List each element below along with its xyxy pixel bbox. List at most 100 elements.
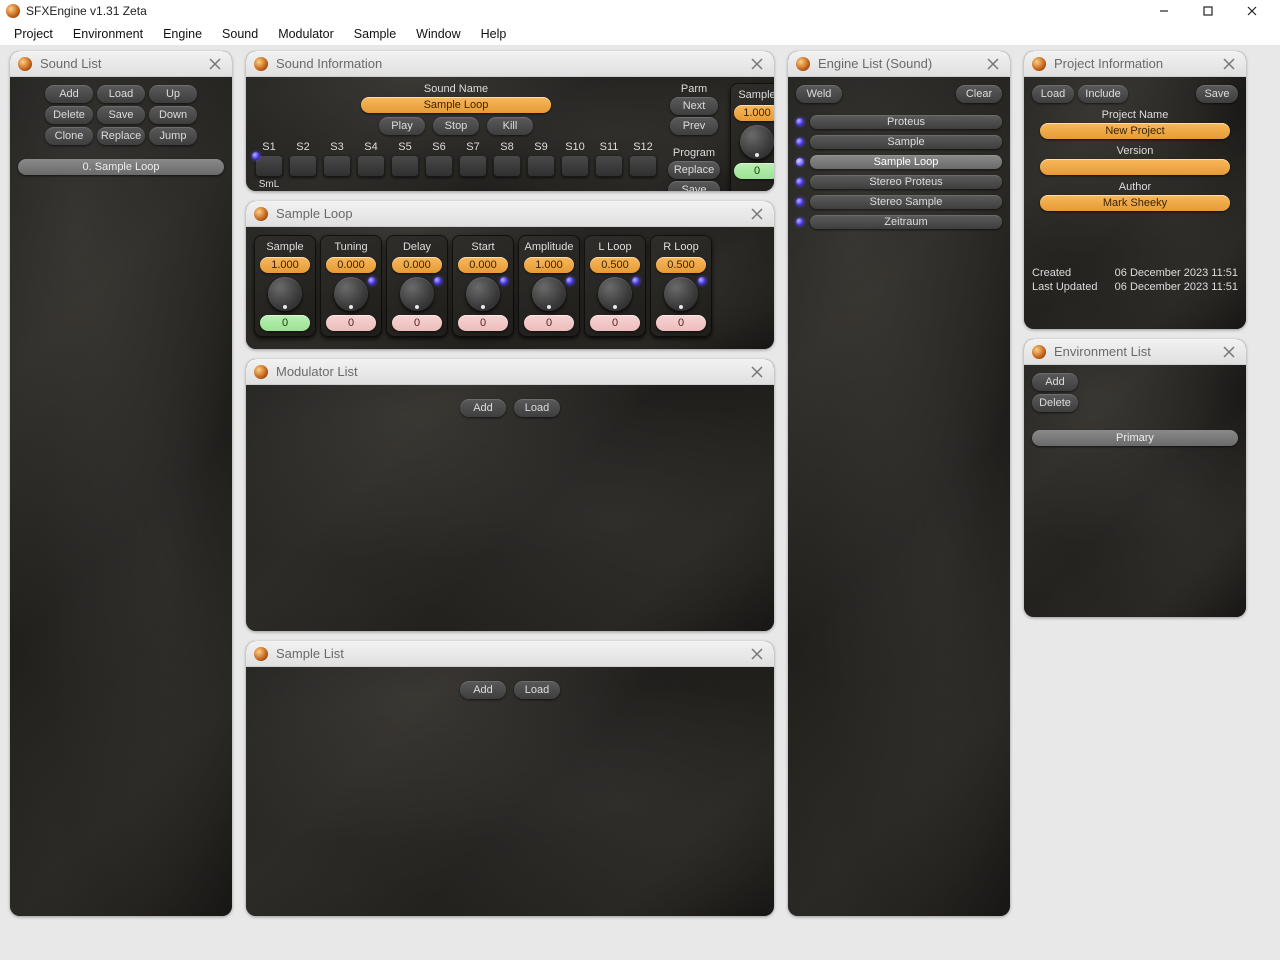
- slot-s2[interactable]: [289, 155, 317, 177]
- knob-int[interactable]: 0: [260, 315, 310, 331]
- slot-s6[interactable]: [425, 155, 453, 177]
- save-button[interactable]: Save: [97, 106, 145, 124]
- author-field[interactable]: Mark Sheeky: [1040, 195, 1230, 211]
- menu-help[interactable]: Help: [471, 24, 517, 44]
- window-close-button[interactable]: [1230, 0, 1274, 22]
- project-name-field[interactable]: New Project: [1040, 123, 1230, 139]
- knob-int[interactable]: 0: [590, 315, 640, 331]
- engine-list-item[interactable]: Proteus: [796, 113, 1002, 131]
- window-minimize-button[interactable]: [1142, 0, 1186, 22]
- engine-list-item[interactable]: Sample: [796, 133, 1002, 151]
- panel-title: Sample Loop: [276, 206, 353, 221]
- menu-environment[interactable]: Environment: [63, 24, 153, 44]
- knob[interactable]: [466, 277, 500, 311]
- knob-value[interactable]: 0.000: [326, 257, 376, 273]
- jump-button[interactable]: Jump: [149, 127, 197, 145]
- menu-project[interactable]: Project: [4, 24, 63, 44]
- delete-button[interactable]: Delete: [45, 106, 93, 124]
- clear-button[interactable]: Clear: [956, 85, 1002, 103]
- knob-value[interactable]: 0.000: [392, 257, 442, 273]
- panel-title: Modulator List: [276, 364, 358, 379]
- menu-sample[interactable]: Sample: [344, 24, 406, 44]
- replace-button[interactable]: Replace: [97, 127, 145, 145]
- prev-button[interactable]: Prev: [670, 117, 718, 135]
- knob-value[interactable]: 0.500: [590, 257, 640, 273]
- menu-modulator[interactable]: Modulator: [268, 24, 344, 44]
- slot-s11[interactable]: [595, 155, 623, 177]
- slot-s7[interactable]: [459, 155, 487, 177]
- save-button[interactable]: Save: [1196, 85, 1238, 103]
- panel-close-button[interactable]: [748, 205, 766, 223]
- slot-s8[interactable]: [493, 155, 521, 177]
- knob[interactable]: [532, 277, 566, 311]
- panel-close-button[interactable]: [748, 55, 766, 73]
- created-label: Created: [1032, 267, 1071, 279]
- next-button[interactable]: Next: [670, 97, 718, 115]
- knob-value[interactable]: 0.000: [458, 257, 508, 273]
- knob-int[interactable]: 0: [656, 315, 706, 331]
- environment-list-item[interactable]: Primary: [1032, 430, 1238, 446]
- panel-close-button[interactable]: [206, 55, 224, 73]
- sample-int-value[interactable]: 0: [734, 163, 774, 179]
- kill-button[interactable]: Kill: [487, 117, 533, 135]
- add-button[interactable]: Add: [460, 399, 506, 417]
- load-button[interactable]: Load: [1032, 85, 1074, 103]
- menu-window[interactable]: Window: [406, 24, 470, 44]
- panel-close-button[interactable]: [1220, 343, 1238, 361]
- save-button[interactable]: Save: [668, 181, 720, 191]
- panel-close-button[interactable]: [748, 363, 766, 381]
- panel-icon: [254, 365, 268, 379]
- knob-value[interactable]: 0.500: [656, 257, 706, 273]
- engine-list-item[interactable]: Sample Loop: [796, 153, 1002, 171]
- add-button[interactable]: Add: [460, 681, 506, 699]
- delete-button[interactable]: Delete: [1032, 394, 1078, 412]
- knob[interactable]: [598, 277, 632, 311]
- slot-s9[interactable]: [527, 155, 555, 177]
- knob-value[interactable]: 1.000: [524, 257, 574, 273]
- down-button[interactable]: Down: [149, 106, 197, 124]
- slot-s3[interactable]: [323, 155, 351, 177]
- menu-sound[interactable]: Sound: [212, 24, 268, 44]
- version-field[interactable]: [1040, 159, 1230, 175]
- slot-s5[interactable]: [391, 155, 419, 177]
- add-button[interactable]: Add: [45, 85, 93, 103]
- replace-button[interactable]: Replace: [668, 161, 720, 179]
- knob-int[interactable]: 0: [458, 315, 508, 331]
- knob-int[interactable]: 0: [326, 315, 376, 331]
- add-button[interactable]: Add: [1032, 373, 1078, 391]
- menu-engine[interactable]: Engine: [153, 24, 212, 44]
- sample-value[interactable]: 1.000: [734, 105, 774, 121]
- knob-card: Sample 1.000 0: [254, 235, 316, 337]
- sample-knob[interactable]: [740, 125, 774, 159]
- load-button[interactable]: Load: [514, 681, 560, 699]
- knob[interactable]: [268, 277, 302, 311]
- panel-close-button[interactable]: [1220, 55, 1238, 73]
- panel-icon: [1032, 345, 1046, 359]
- panel-close-button[interactable]: [748, 645, 766, 663]
- slot-s12[interactable]: [629, 155, 657, 177]
- weld-button[interactable]: Weld: [796, 85, 842, 103]
- panel-close-button[interactable]: [984, 55, 1002, 73]
- load-button[interactable]: Load: [97, 85, 145, 103]
- knob-int[interactable]: 0: [392, 315, 442, 331]
- knob[interactable]: [334, 277, 368, 311]
- include-button[interactable]: Include: [1078, 85, 1128, 103]
- engine-led-icon: [796, 218, 804, 226]
- knob[interactable]: [664, 277, 698, 311]
- slot-s4[interactable]: [357, 155, 385, 177]
- window-maximize-button[interactable]: [1186, 0, 1230, 22]
- knob[interactable]: [400, 277, 434, 311]
- load-button[interactable]: Load: [514, 399, 560, 417]
- stop-button[interactable]: Stop: [433, 117, 479, 135]
- engine-list-item[interactable]: Zeitraum: [796, 213, 1002, 231]
- knob-int[interactable]: 0: [524, 315, 574, 331]
- sound-name-field[interactable]: Sample Loop: [361, 97, 551, 113]
- engine-list-item[interactable]: Stereo Proteus: [796, 173, 1002, 191]
- slot-s10[interactable]: [561, 155, 589, 177]
- engine-list-item[interactable]: Stereo Sample: [796, 193, 1002, 211]
- play-button[interactable]: Play: [379, 117, 425, 135]
- knob-value[interactable]: 1.000: [260, 257, 310, 273]
- clone-button[interactable]: Clone: [45, 127, 93, 145]
- sound-list-item[interactable]: 0. Sample Loop: [18, 159, 224, 175]
- up-button[interactable]: Up: [149, 85, 197, 103]
